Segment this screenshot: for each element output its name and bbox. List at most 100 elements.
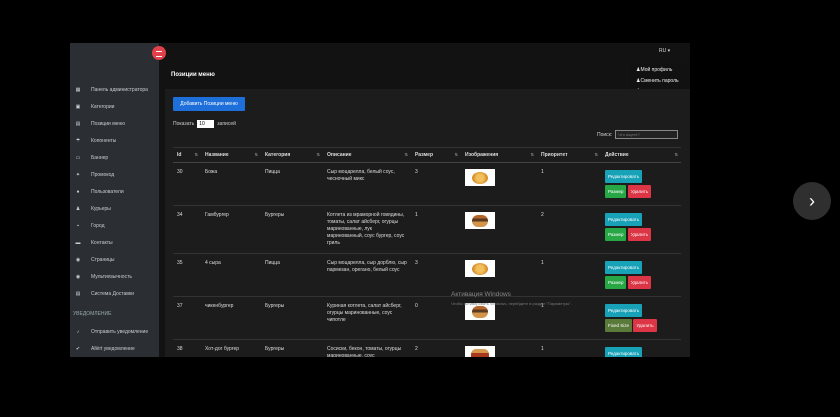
sidebar-item[interactable]: ☂ Копоненты bbox=[70, 132, 159, 149]
edit-button[interactable]: Редактировать bbox=[605, 170, 643, 183]
food-thumbnail bbox=[465, 260, 495, 277]
cell-name: Хот-дог бургер bbox=[201, 339, 261, 357]
cell-actions: Редактировать Размер Удалить bbox=[601, 162, 681, 206]
size-button[interactable]: Размер bbox=[605, 276, 627, 289]
delete-button[interactable]: Удалить bbox=[633, 319, 657, 332]
cell-description: Сыр моцарелла, белый соус, чесночный мик… bbox=[323, 162, 411, 206]
app-window: ▦ Панель администратора ▣ Категории ▤ Позиции… bbox=[70, 43, 690, 357]
column-header-label: Категория bbox=[265, 152, 291, 158]
sidebar-item-label: Город bbox=[91, 222, 105, 229]
city-icon: ▪ bbox=[77, 222, 79, 229]
cell-category: Пицца bbox=[261, 253, 323, 297]
delete-button[interactable]: Удалить bbox=[627, 276, 652, 289]
delete-button[interactable]: Удалить bbox=[627, 185, 652, 198]
cell-priority: 1 bbox=[537, 253, 601, 297]
sort-icon: ⇅ bbox=[530, 152, 534, 157]
edit-button[interactable]: Редактировать bbox=[605, 213, 643, 226]
cell-priority: 1 bbox=[537, 339, 601, 357]
column-header[interactable]: Действие ⇅ bbox=[601, 147, 681, 163]
sidebar-item[interactable]: ♟ Курьеры bbox=[70, 200, 159, 217]
sidebar-item[interactable]: ✔ Allért уведомление bbox=[70, 340, 159, 357]
sort-icon: ⇅ bbox=[194, 152, 198, 157]
column-header[interactable]: Размер ⇅ bbox=[411, 147, 461, 163]
edit-button[interactable]: Редактировать bbox=[605, 347, 643, 357]
couriers-icon: ♟ bbox=[75, 205, 81, 212]
sidebar-item-label: Панель администратора bbox=[91, 86, 148, 93]
sidebar-item[interactable]: ✦ Промокод bbox=[70, 166, 159, 183]
search-label: Поиск: bbox=[597, 131, 613, 138]
sidebar-item-label: Мультиязычность bbox=[91, 273, 132, 280]
windows-activation-title: Активация Windows bbox=[451, 291, 511, 298]
cell-description: Сыр моцарелла, сыр дорблю, сыр пармезан,… bbox=[323, 253, 411, 297]
sidebar-item[interactable]: ▣ Категории bbox=[70, 98, 159, 115]
sidebar-item-label: Контакты bbox=[91, 239, 113, 246]
page-length-input[interactable] bbox=[197, 120, 215, 128]
table-body: 30 Божа Пицца Сыр моцарелла, белый соус, че… bbox=[173, 162, 681, 357]
sidebar-item[interactable]: ♪ Отправить уведомление bbox=[70, 323, 159, 340]
sidebar-item[interactable]: ▭ Баннер bbox=[70, 149, 159, 166]
column-header-label: Название bbox=[205, 152, 229, 158]
column-header[interactable]: Приоритет ⇅ bbox=[537, 147, 601, 163]
search-input[interactable] bbox=[615, 130, 679, 139]
cell-image bbox=[461, 205, 537, 254]
cell-name: Гамбургер bbox=[201, 205, 261, 254]
column-header[interactable]: Название ⇅ bbox=[201, 147, 261, 163]
cell-size: 2 bbox=[411, 339, 461, 357]
size-button[interactable]: Размер bbox=[605, 228, 627, 241]
menu-items-icon: ▤ bbox=[75, 120, 81, 127]
food-thumbnail bbox=[465, 212, 495, 229]
cell-actions: Редактировать Fixed Size Удалить bbox=[601, 296, 681, 340]
contacts-icon: ▬ bbox=[75, 239, 81, 246]
sort-icon: ⇅ bbox=[454, 152, 458, 157]
delete-button[interactable]: Удалить bbox=[627, 228, 652, 241]
sidebar-item-label: Баннер bbox=[91, 154, 109, 161]
column-header[interactable]: Id ⇅ bbox=[173, 147, 201, 163]
cell-category: Пицца bbox=[261, 162, 323, 206]
size-button[interactable]: Размер bbox=[605, 185, 627, 198]
sidebar-item[interactable]: ▬ Контакты bbox=[70, 234, 159, 251]
search-control: Поиск: bbox=[597, 130, 679, 139]
sidebar-item-label: Копоненты bbox=[91, 137, 117, 144]
column-header[interactable]: Категория ⇅ bbox=[261, 147, 323, 163]
add-menu-item-button[interactable]: Добавить Позиции меню bbox=[173, 97, 245, 111]
cell-id: 35 bbox=[173, 253, 201, 297]
table-row: 35 4 сыра Пицца Сыр моцарелла, сыр дорблю, … bbox=[173, 253, 681, 297]
bell-icon: ♪ bbox=[76, 328, 80, 335]
cell-category: Бургеры bbox=[261, 296, 323, 340]
sidebar-item[interactable]: ● Пользователи bbox=[70, 183, 159, 200]
edit-button[interactable]: Редактировать bbox=[605, 304, 643, 317]
sidebar-item[interactable]: ◉ Страницы bbox=[70, 251, 159, 268]
sidebar-item[interactable]: ▪ Город bbox=[70, 217, 159, 234]
column-header[interactable]: Изображения ⇅ bbox=[461, 147, 537, 163]
cell-actions: Редактировать Размер Удалить bbox=[601, 205, 681, 254]
menu-toggle-icon[interactable] bbox=[152, 46, 166, 60]
delivery-icon: ▤ bbox=[75, 290, 81, 297]
topbar: RU ▾ bbox=[159, 43, 690, 65]
sort-icon: ⇅ bbox=[254, 152, 258, 157]
size-button[interactable]: Fixed Size bbox=[605, 319, 633, 332]
dashboard-icon: ▦ bbox=[75, 86, 81, 93]
sidebar-item[interactable]: ▤ Система Доставки bbox=[70, 285, 159, 302]
sidebar-item-label: Курьеры bbox=[91, 205, 111, 212]
sidebar-item-label: Промокод bbox=[91, 171, 115, 178]
users-icon: ● bbox=[76, 188, 80, 195]
cell-image bbox=[461, 162, 537, 206]
cell-size: 1 bbox=[411, 205, 461, 254]
sidebar-nav-notifications: ♪ Отправить уведомление ✔ Allért уведомлен… bbox=[70, 323, 159, 357]
edit-button[interactable]: Редактировать bbox=[605, 261, 643, 274]
next-arrow-button[interactable]: › bbox=[793, 182, 831, 220]
sidebar-item[interactable]: ▤ Позиции меню bbox=[70, 115, 159, 132]
language-select[interactable]: RU ▾ bbox=[659, 48, 670, 54]
cell-description: Куриная котлета, салат айсберг, огурцы м… bbox=[323, 296, 411, 340]
sidebar-item[interactable]: ◉ Мультиязычность bbox=[70, 268, 159, 285]
cell-id: 38 bbox=[173, 339, 201, 357]
page-length-control: Показать записей bbox=[173, 120, 236, 128]
column-header[interactable]: Описание ⇅ bbox=[323, 147, 411, 163]
sort-icon: ⇅ bbox=[316, 152, 320, 157]
table-row: 34 Гамбургер Бургеры Котлета из мраморной г… bbox=[173, 205, 681, 254]
burger-icon bbox=[472, 305, 488, 318]
sidebar-item[interactable]: ▦ Панель администратора bbox=[70, 81, 159, 98]
sort-icon: ⇅ bbox=[674, 152, 678, 157]
cell-priority: 2 bbox=[537, 205, 601, 254]
windows-activation-subtitle: Чтобы активировать Windows, перейдите в … bbox=[451, 301, 572, 306]
